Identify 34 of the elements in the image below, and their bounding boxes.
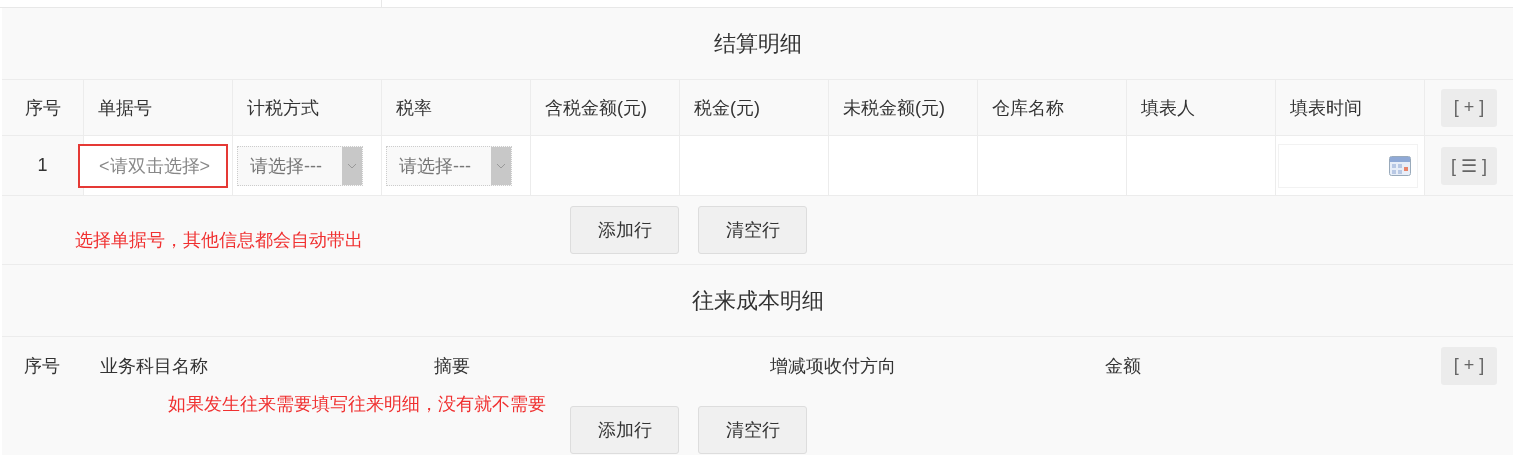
column-header: 单据号 bbox=[98, 96, 152, 120]
chevron-down-icon bbox=[347, 162, 357, 169]
column-header: 计税方式 bbox=[247, 96, 319, 120]
column-header: 仓库名称 bbox=[992, 96, 1064, 120]
column-header: 未税金额(元) bbox=[843, 96, 945, 120]
column-header: 填表时间 bbox=[1290, 96, 1362, 120]
select-dropdown[interactable]: 请选择--- bbox=[237, 145, 363, 186]
add-row-button[interactable]: [ + ] bbox=[1441, 88, 1497, 127]
date-field[interactable] bbox=[1278, 143, 1418, 188]
column-header: 增减项收付方向 bbox=[770, 354, 896, 378]
calendar-icon[interactable] bbox=[1389, 155, 1411, 176]
row-menu-button[interactable]: [ ☰ ] bbox=[1441, 146, 1497, 185]
add-row-button[interactable]: [ + ] bbox=[1441, 346, 1497, 385]
column-header: 业务科目名称 bbox=[100, 354, 208, 378]
column-header: 序号 bbox=[24, 354, 60, 378]
hint-text: 选择单据号，其他信息都会自动带出 bbox=[75, 230, 363, 250]
column-header: 摘要 bbox=[434, 354, 470, 378]
action-button[interactable]: 清空行 bbox=[698, 206, 807, 254]
hint-text: 如果发生往来需要填写往来明细，没有就不需要 bbox=[168, 394, 546, 414]
row-number: 1 bbox=[37, 155, 48, 176]
action-button[interactable]: 添加行 bbox=[570, 406, 679, 454]
section-title: 往来成本明细 bbox=[691, 286, 824, 315]
section-title: 结算明细 bbox=[713, 29, 802, 58]
chevron-down-icon bbox=[496, 162, 506, 169]
column-header: 税率 bbox=[396, 96, 432, 120]
column-header: 税金(元) bbox=[694, 96, 760, 120]
select-dropdown[interactable]: 请选择--- bbox=[386, 145, 512, 186]
document-number-field[interactable]: <请双击选择> bbox=[78, 143, 228, 188]
column-header: 含税金额(元) bbox=[545, 96, 647, 120]
column-header: 金额 bbox=[1105, 354, 1141, 378]
action-button[interactable]: 清空行 bbox=[698, 406, 807, 454]
column-header: 填表人 bbox=[1141, 96, 1195, 120]
action-button[interactable]: 添加行 bbox=[570, 206, 679, 254]
column-header: 序号 bbox=[24, 96, 61, 120]
